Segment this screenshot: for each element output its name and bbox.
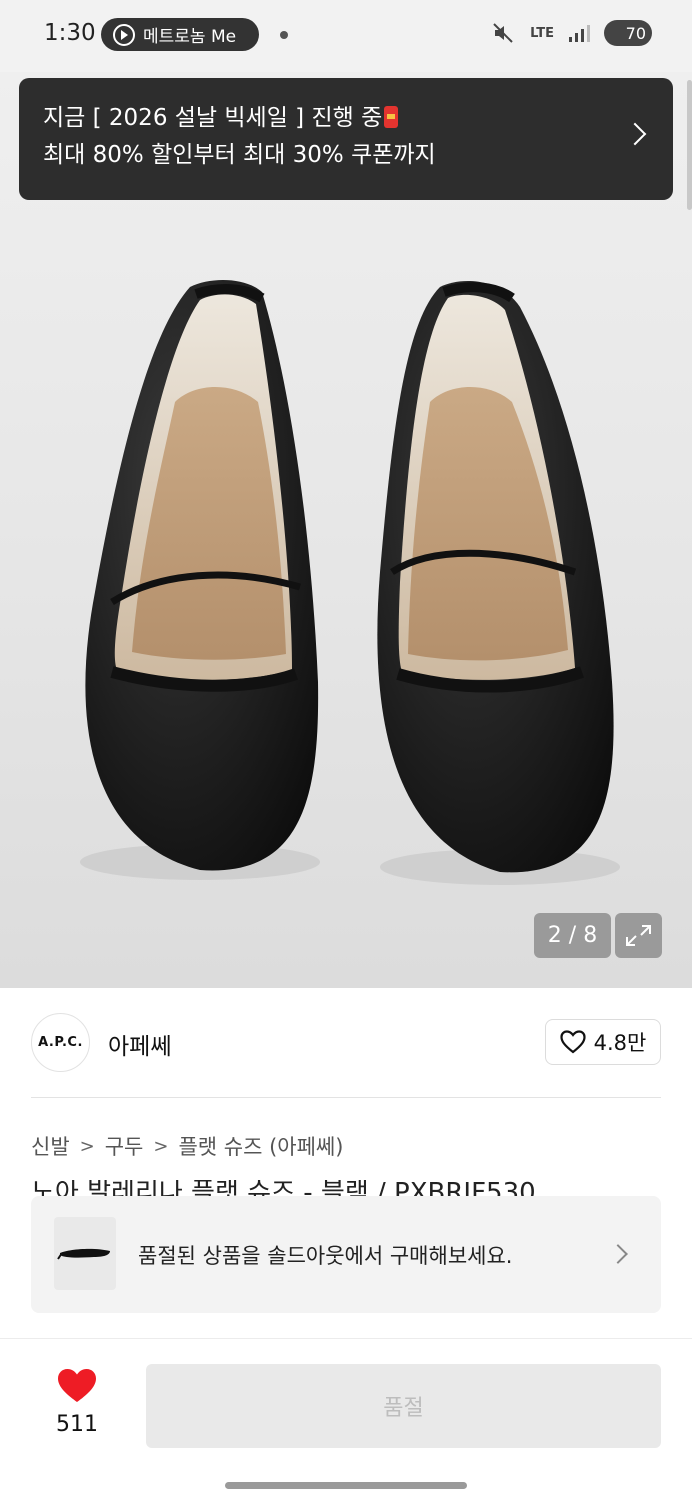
brand-logo[interactable]: A.P.C. [31, 1013, 90, 1072]
notification-dot [280, 31, 288, 39]
divider [31, 1097, 661, 1098]
promo-line-1: 지금 [ 2026 설날 빅세일 ] 진행 중 [43, 105, 383, 131]
chevron-right-icon: > [153, 1135, 169, 1157]
signal-icon [569, 25, 590, 42]
expand-button[interactable] [615, 913, 662, 958]
play-icon [113, 23, 135, 46]
breadcrumb: 신발 > 구두 > 플랫 슈즈 (아페쎄) [31, 1131, 343, 1161]
chevron-right-icon: > [79, 1135, 95, 1157]
product-image[interactable] [0, 72, 692, 988]
home-indicator[interactable] [225, 1482, 467, 1489]
brand-like-button[interactable]: 4.8만 [545, 1019, 661, 1065]
battery-level: 70 [625, 23, 646, 43]
mute-icon [493, 23, 513, 43]
soldout-purchase-button[interactable]: 품절 [146, 1364, 661, 1448]
promo-banner[interactable]: 지금 [ 2026 설날 빅세일 ] 진행 중 최대 80% 할인부터 최대 3… [19, 78, 673, 200]
product-thumbnail [54, 1217, 116, 1290]
breadcrumb-item[interactable]: 신발 [31, 1131, 70, 1161]
brand-logo-text: A.P.C. [38, 1035, 83, 1050]
brand-like-count: 4.8만 [593, 1031, 647, 1055]
brand-name[interactable]: 아페쎄 [108, 1027, 171, 1061]
heart-filled-icon[interactable] [57, 1368, 97, 1404]
page-scrollbar[interactable] [687, 80, 692, 210]
status-bar: 1:30 메트로놈 Me LTE 70 [0, 0, 692, 72]
image-counter: 2 / 8 [534, 913, 611, 958]
soldout-banner[interactable]: 품절된 상품을 솔드아웃에서 구매해보세요. [31, 1196, 661, 1313]
expand-icon [626, 925, 651, 946]
status-time: 1:30 [44, 20, 96, 46]
media-pill-label: 메트로놈 Me [143, 27, 237, 47]
breadcrumb-item[interactable]: 구두 [105, 1131, 144, 1161]
soldout-banner-text: 품절된 상품을 솔드아웃에서 구매해보세요. [138, 1244, 513, 1268]
breadcrumb-item[interactable]: 플랫 슈즈 (아페쎄) [178, 1131, 343, 1161]
red-envelope-icon [384, 106, 399, 128]
promo-line-2: 최대 80% 할인부터 최대 30% 쿠폰까지 [43, 142, 436, 168]
media-notification-pill[interactable]: 메트로놈 Me [101, 18, 259, 51]
shoes-illustration [80, 280, 620, 885]
chevron-right-icon [623, 122, 647, 146]
network-type-icon: LTE [530, 25, 554, 41]
battery-icon: 70 [604, 20, 652, 46]
heart-outline-icon [560, 1030, 586, 1054]
product-like-count: 511 [56, 1412, 98, 1437]
chevron-right-icon [608, 1244, 628, 1264]
product-title: 노아 발레리나 플랫 슈즈 - 블랙 / PXBRIF530 [31, 1180, 536, 1196]
status-icons: LTE 70 [492, 20, 652, 46]
